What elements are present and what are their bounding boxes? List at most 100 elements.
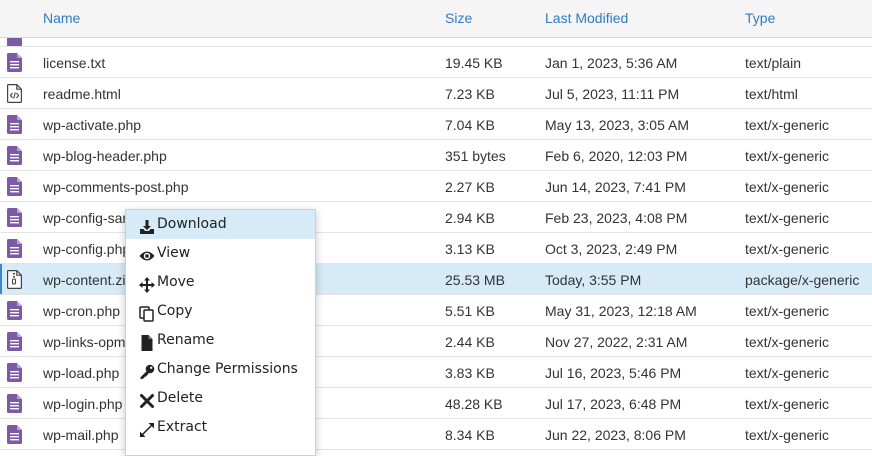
table-row[interactable]: wp-blog-header.php 351 bytes Feb 6, 2020, … bbox=[0, 140, 872, 171]
html-file-icon bbox=[7, 84, 22, 103]
file-last-modified: Today, 3:55 PM bbox=[545, 272, 642, 288]
menu-item-change-permissions[interactable]: Change Permissions bbox=[126, 355, 315, 384]
file-size: 2.94 KB bbox=[445, 210, 495, 226]
text-file-icon bbox=[7, 38, 22, 46]
file-size: 2.27 KB bbox=[445, 179, 495, 195]
file-last-modified: Jul 16, 2023, 5:46 PM bbox=[545, 365, 682, 381]
file-type: text/x-generic bbox=[745, 396, 830, 412]
file-type: text/x-generic bbox=[745, 210, 830, 226]
file-size: 8.34 KB bbox=[445, 427, 495, 443]
table-row[interactable]: readme.html 7.23 KB Jul 5, 2023, 11:11 PM t… bbox=[0, 78, 872, 109]
file-name[interactable]: wp-content.zi bbox=[43, 272, 125, 288]
file-size: 3.13 KB bbox=[445, 241, 495, 257]
table-row-partial[interactable] bbox=[0, 38, 872, 47]
text-file-icon bbox=[7, 208, 22, 227]
file-size: 48.28 KB bbox=[445, 396, 503, 412]
file-name[interactable]: wp-mail.php bbox=[43, 427, 118, 443]
menu-item-label: Rename bbox=[157, 332, 215, 348]
file-type: text/x-generic bbox=[745, 179, 830, 195]
file-last-modified: Oct 3, 2023, 2:49 PM bbox=[545, 241, 678, 257]
menu-item-label: Delete bbox=[157, 390, 203, 406]
table-row[interactable]: wp-activate.php 7.04 KB May 13, 2023, 3:05… bbox=[0, 109, 872, 140]
menu-item-label: Download bbox=[157, 216, 227, 232]
move-arrows-icon bbox=[139, 275, 155, 293]
download-icon bbox=[139, 217, 155, 234]
file-name[interactable]: wp-config.php bbox=[43, 241, 130, 257]
file-name[interactable]: license.txt bbox=[43, 55, 105, 71]
text-file-icon bbox=[7, 394, 22, 413]
file-size: 19.45 KB bbox=[445, 55, 503, 71]
file-name[interactable]: wp-load.php bbox=[43, 365, 119, 381]
menu-item-label: Change Permissions bbox=[157, 361, 298, 377]
expand-arrows-icon bbox=[139, 420, 155, 437]
file-type: text/x-generic bbox=[745, 303, 830, 319]
text-file-icon bbox=[7, 363, 22, 382]
column-header-last-modified[interactable]: Last Modified bbox=[545, 10, 628, 26]
text-file-icon bbox=[7, 146, 22, 165]
file-last-modified: Jul 5, 2023, 11:11 PM bbox=[545, 86, 680, 102]
file-size: 7.23 KB bbox=[445, 86, 495, 102]
file-name[interactable]: wp-config-sar bbox=[43, 210, 127, 226]
file-type: text/x-generic bbox=[745, 241, 830, 257]
table-row[interactable]: wp-comments-post.php 2.27 KB Jun 14, 2023,… bbox=[0, 171, 872, 202]
file-last-modified: Jun 22, 2023, 8:06 PM bbox=[545, 427, 686, 443]
table-row[interactable]: license.txt 19.45 KB Jan 1, 2023, 5:36 AM t… bbox=[0, 47, 872, 78]
file-type: text/x-generic bbox=[745, 427, 830, 443]
text-file-icon bbox=[7, 115, 22, 134]
file-type: text/x-generic bbox=[745, 148, 830, 164]
menu-item-delete[interactable]: Delete bbox=[126, 384, 315, 413]
file-last-modified: Jun 14, 2023, 7:41 PM bbox=[545, 179, 686, 195]
table-header: Name Size Last Modified Type bbox=[0, 0, 872, 38]
menu-item-label: Extract bbox=[157, 419, 208, 435]
copy-icon bbox=[139, 304, 155, 322]
menu-item-move[interactable]: Move bbox=[126, 268, 315, 297]
file-type: text/html bbox=[745, 86, 798, 102]
file-last-modified: Jan 1, 2023, 5:36 AM bbox=[545, 55, 678, 71]
menu-item-view[interactable]: View bbox=[126, 239, 315, 268]
file-size: 5.51 KB bbox=[445, 303, 495, 319]
file-name[interactable]: readme.html bbox=[43, 86, 121, 102]
context-menu: Download View Move Copy Rename Change Permiss… bbox=[125, 209, 316, 456]
menu-item-download[interactable]: Download bbox=[126, 210, 315, 239]
menu-item-copy[interactable]: Copy bbox=[126, 297, 315, 326]
x-icon bbox=[139, 391, 155, 408]
column-header-size[interactable]: Size bbox=[445, 10, 472, 26]
file-last-modified: Nov 27, 2022, 2:31 AM bbox=[545, 334, 688, 350]
file-name[interactable]: wp-cron.php bbox=[43, 303, 120, 319]
file-last-modified: Jul 17, 2023, 6:48 PM bbox=[545, 396, 682, 412]
menu-item-label: Move bbox=[157, 274, 195, 290]
text-file-icon bbox=[7, 53, 22, 72]
key-icon bbox=[139, 362, 155, 379]
column-header-type[interactable]: Type bbox=[745, 10, 775, 26]
text-file-icon bbox=[7, 177, 22, 196]
eye-icon bbox=[139, 246, 155, 262]
file-size: 3.83 KB bbox=[445, 365, 495, 381]
text-file-icon bbox=[7, 425, 22, 444]
file-name[interactable]: wp-links-opm bbox=[43, 334, 125, 350]
file-size: 351 bytes bbox=[445, 148, 506, 164]
file-size: 25.53 MB bbox=[445, 272, 505, 288]
zip-file-icon bbox=[7, 270, 22, 289]
column-header-name[interactable]: Name bbox=[43, 10, 80, 26]
text-file-icon bbox=[7, 301, 22, 320]
file-type: text/x-generic bbox=[745, 365, 830, 381]
file-type: text/x-generic bbox=[745, 117, 830, 133]
file-icon bbox=[139, 333, 155, 351]
file-last-modified: May 13, 2023, 3:05 AM bbox=[545, 117, 689, 133]
menu-item-label: Copy bbox=[157, 303, 193, 319]
text-file-icon bbox=[7, 332, 22, 351]
menu-item-extract[interactable]: Extract bbox=[126, 413, 315, 442]
file-name[interactable]: wp-blog-header.php bbox=[43, 148, 167, 164]
file-name[interactable]: wp-activate.php bbox=[43, 117, 141, 133]
file-type: package/x-generic bbox=[745, 272, 860, 288]
file-type: text/plain bbox=[745, 55, 802, 71]
file-size: 2.44 KB bbox=[445, 334, 495, 350]
file-name[interactable]: wp-login.php bbox=[43, 396, 122, 412]
file-size: 7.04 KB bbox=[445, 117, 495, 133]
text-file-icon bbox=[7, 239, 22, 258]
menu-item-rename[interactable]: Rename bbox=[126, 326, 315, 355]
file-last-modified: Feb 6, 2020, 12:03 PM bbox=[545, 148, 688, 164]
file-last-modified: May 31, 2023, 12:18 AM bbox=[545, 303, 697, 319]
file-name[interactable]: wp-comments-post.php bbox=[43, 179, 189, 195]
file-last-modified: Feb 23, 2023, 4:08 PM bbox=[545, 210, 688, 226]
